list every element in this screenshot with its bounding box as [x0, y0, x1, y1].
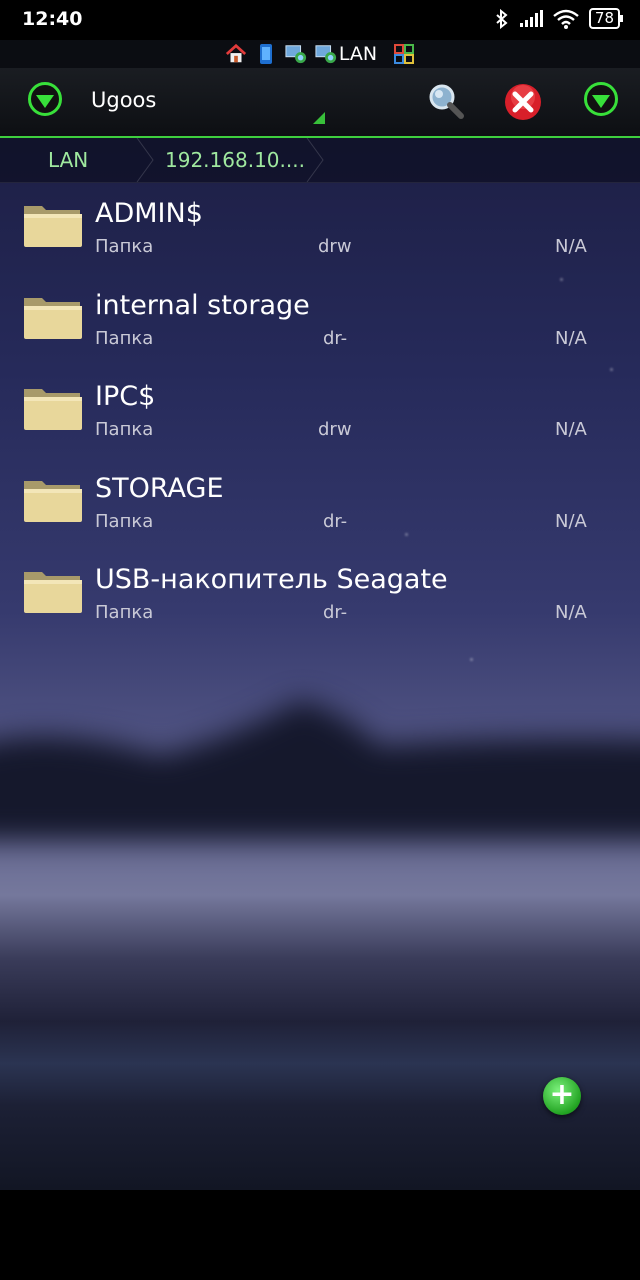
folder-icon	[24, 389, 82, 430]
status-bar: 12:40 78	[0, 0, 640, 40]
close-icon[interactable]	[503, 82, 543, 122]
file-size: N/A	[555, 419, 587, 440]
tab-lan-label[interactable]: LAN	[339, 43, 377, 65]
file-permissions: drw	[318, 419, 352, 440]
file-name: USB-накопитель Seagate	[95, 564, 448, 595]
mountain-silhouette	[0, 700, 640, 840]
file-type: Папка	[95, 602, 154, 623]
wifi-icon	[553, 9, 579, 29]
bluetooth-icon	[496, 8, 508, 29]
plus-icon: +	[549, 1077, 575, 1112]
list-item[interactable]: internal storage Папка dr- N/A	[0, 282, 640, 374]
file-type: Папка	[95, 327, 154, 349]
file-permissions: dr-	[323, 510, 348, 532]
file-name: IPC$	[95, 381, 156, 412]
folder-icon	[24, 297, 82, 339]
menu-down-right-button[interactable]	[584, 82, 618, 116]
phone-icon[interactable]	[255, 43, 277, 65]
list-item[interactable]: USB-накопитель Seagate Папка dr- N/A	[0, 556, 640, 648]
system-icons: 78	[495, 8, 624, 29]
file-permissions: dr-	[323, 327, 348, 349]
file-size: N/A	[555, 236, 587, 257]
file-list: ADMIN$ Папка drw N/A internal storage Па…	[0, 190, 640, 648]
chevron-down-icon	[592, 94, 610, 108]
file-size: N/A	[555, 510, 587, 532]
folder-icon	[24, 480, 82, 522]
file-name: ADMIN$	[95, 198, 203, 229]
file-type: Папка	[95, 419, 154, 440]
network-icon[interactable]	[285, 43, 307, 65]
folder-icon	[24, 572, 82, 613]
chevron-down-icon	[36, 94, 54, 108]
file-name: internal storage	[95, 289, 310, 321]
navigation-bar	[0, 1190, 640, 1280]
file-type: Папка	[95, 236, 154, 257]
list-item[interactable]: STORAGE Папка dr- N/A	[0, 465, 640, 557]
breadcrumb-separator-icon	[306, 138, 324, 182]
toolbar: Ugoos	[0, 68, 640, 138]
breadcrumb-lan[interactable]: LAN	[48, 148, 88, 172]
file-size: N/A	[555, 327, 587, 349]
file-type: Папка	[95, 510, 154, 532]
signal-icon	[519, 9, 543, 27]
location-selector[interactable]: Ugoos	[91, 88, 156, 112]
breadcrumb: LAN 192.168.10....	[0, 138, 640, 183]
window-tabs: LAN	[0, 40, 640, 68]
list-item[interactable]: ADMIN$ Папка drw N/A	[0, 190, 640, 282]
screen: 12:40 78 LAN Ugoos LAN 192.168.10.... AD…	[0, 0, 640, 1280]
add-button[interactable]: +	[543, 1077, 581, 1115]
folder-icon	[24, 206, 82, 247]
file-permissions: dr-	[323, 602, 348, 623]
breadcrumb-separator-icon	[136, 138, 154, 182]
menu-down-button[interactable]	[28, 82, 62, 116]
status-time: 12:40	[22, 8, 83, 30]
file-size: N/A	[555, 602, 587, 623]
windows-grid-icon[interactable]	[393, 43, 415, 65]
file-name: STORAGE	[95, 472, 224, 504]
home-icon[interactable]	[225, 43, 247, 65]
battery-indicator: 78	[588, 8, 624, 29]
list-item[interactable]: IPC$ Папка drw N/A	[0, 373, 640, 465]
dropdown-corner-icon	[313, 112, 325, 124]
lan-icon[interactable]	[315, 43, 337, 65]
search-icon[interactable]	[427, 82, 465, 120]
file-permissions: drw	[318, 236, 352, 257]
breadcrumb-ip[interactable]: 192.168.10....	[165, 148, 305, 172]
